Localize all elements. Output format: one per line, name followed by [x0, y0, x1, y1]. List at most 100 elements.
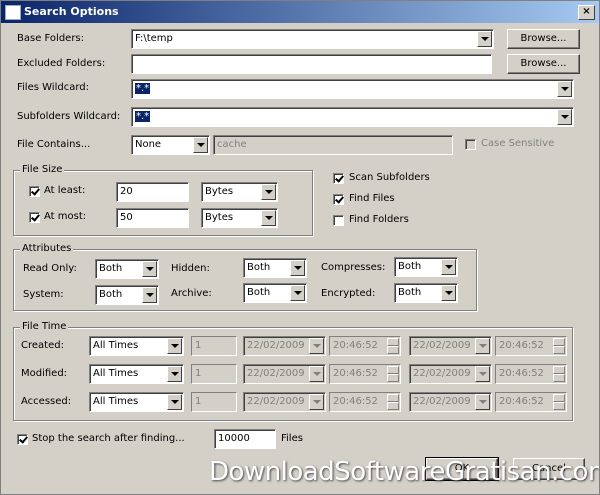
file-time-date-from-value: 22/02/2009 — [247, 396, 305, 407]
file-contains-input[interactable]: cache — [213, 135, 453, 155]
file-time-count-value: 1 — [195, 368, 202, 379]
file-time-date-to[interactable]: 22/02/2009 — [409, 336, 492, 356]
spin-up-icon[interactable] — [553, 338, 565, 346]
file-time-date-from-value: 22/02/2009 — [247, 340, 305, 351]
chevron-down-icon[interactable] — [261, 184, 276, 200]
excluded-folders-label: Excluded Folders: — [17, 58, 106, 69]
at-least-input[interactable]: 20 — [116, 182, 189, 202]
find-folders-checkbox[interactable] — [333, 215, 344, 226]
chevron-down-icon[interactable] — [167, 338, 182, 354]
base-folders-combo[interactable]: F:\temp — [131, 29, 494, 49]
at-least-unit-combo[interactable]: Bytes — [201, 182, 278, 202]
file-time-time-to-value: 20:46:52 — [499, 368, 544, 379]
file-time-date-from[interactable]: 22/02/2009 — [243, 392, 326, 412]
stop-search-label: Stop the search after finding... — [32, 433, 185, 444]
file-time-time-from-value: 20:46:52 — [333, 396, 378, 407]
spin-down-icon[interactable] — [387, 374, 399, 382]
close-icon[interactable]: × — [578, 5, 595, 20]
stop-files-label: Files — [281, 433, 303, 444]
file-time-mode-combo[interactable]: All Times — [89, 392, 184, 412]
chevron-down-icon[interactable] — [193, 137, 208, 153]
subfolders-wildcard-combo[interactable]: *.* — [131, 107, 574, 127]
archive-value: Both — [247, 287, 271, 298]
search-options-window: Search Options × Base Folders: F:\temp B… — [0, 0, 600, 495]
file-time-count-spinner[interactable]: 1 — [191, 364, 237, 384]
stop-count-input[interactable]: 10000 — [214, 429, 276, 449]
chevron-down-icon[interactable] — [309, 338, 324, 354]
chevron-down-icon[interactable] — [309, 366, 324, 382]
file-time-count-spinner[interactable]: 1 — [191, 392, 237, 412]
chevron-down-icon[interactable] — [475, 338, 490, 354]
file-time-time-to[interactable]: 20:46:52 — [495, 336, 567, 356]
chevron-down-icon[interactable] — [441, 285, 456, 301]
file-time-count-value: 1 — [195, 340, 202, 351]
spin-up-icon[interactable] — [387, 394, 399, 402]
file-time-date-to[interactable]: 22/02/2009 — [409, 364, 492, 384]
chevron-down-icon[interactable] — [309, 394, 324, 410]
file-time-date-from[interactable]: 22/02/2009 — [243, 364, 326, 384]
subfolders-wildcard-value: *.* — [135, 111, 151, 122]
chevron-down-icon[interactable] — [475, 366, 490, 382]
spin-up-icon[interactable] — [387, 338, 399, 346]
file-time-time-from[interactable]: 20:46:52 — [329, 364, 401, 384]
window-title: Search Options — [24, 5, 119, 18]
file-time-mode-value: All Times — [93, 396, 139, 407]
archive-label: Archive: — [171, 288, 212, 299]
file-contains-mode-combo[interactable]: None — [131, 135, 210, 155]
chevron-down-icon[interactable] — [142, 261, 157, 277]
file-time-time-to[interactable]: 20:46:52 — [495, 364, 567, 384]
at-least-checkbox[interactable] — [29, 186, 40, 197]
chevron-down-icon[interactable] — [557, 109, 572, 125]
system-combo[interactable]: Both — [95, 285, 159, 305]
spin-down-icon[interactable] — [387, 402, 399, 410]
chevron-down-icon[interactable] — [167, 366, 182, 382]
compresses-value: Both — [398, 261, 422, 272]
at-most-input[interactable]: 50 — [116, 208, 189, 228]
file-time-time-from-value: 20:46:52 — [333, 368, 378, 379]
browse-excluded-button[interactable]: Browse... — [507, 54, 580, 74]
chevron-down-icon[interactable] — [261, 210, 276, 226]
spin-down-icon[interactable] — [553, 402, 565, 410]
file-time-time-to[interactable]: 20:46:52 — [495, 392, 567, 412]
excluded-folders-input[interactable] — [131, 54, 492, 74]
chevron-down-icon[interactable] — [477, 31, 492, 47]
spin-up-icon[interactable] — [553, 394, 565, 402]
spin-up-icon[interactable] — [553, 366, 565, 374]
file-time-date-to-value: 22/02/2009 — [413, 340, 471, 351]
at-most-checkbox[interactable] — [29, 212, 40, 223]
file-time-date-from[interactable]: 22/02/2009 — [243, 336, 326, 356]
read-only-combo[interactable]: Both — [95, 259, 159, 279]
file-time-mode-combo[interactable]: All Times — [89, 364, 184, 384]
spin-down-icon[interactable] — [387, 346, 399, 354]
spin-down-icon[interactable] — [553, 374, 565, 382]
at-most-unit-combo[interactable]: Bytes — [201, 208, 278, 228]
browse-base-button[interactable]: Browse... — [507, 29, 580, 49]
system-label: System: — [23, 289, 64, 300]
chevron-down-icon[interactable] — [290, 260, 305, 276]
chevron-down-icon[interactable] — [441, 259, 456, 275]
file-time-date-to-value: 22/02/2009 — [413, 368, 471, 379]
archive-combo[interactable]: Both — [243, 283, 307, 303]
chevron-down-icon[interactable] — [290, 285, 305, 301]
chevron-down-icon[interactable] — [167, 394, 182, 410]
find-files-checkbox[interactable] — [333, 194, 344, 205]
encrypted-combo[interactable]: Both — [394, 283, 458, 303]
hidden-value: Both — [247, 262, 271, 273]
case-sensitive-checkbox[interactable] — [465, 139, 476, 150]
spin-down-icon[interactable] — [553, 346, 565, 354]
chevron-down-icon[interactable] — [557, 81, 572, 97]
scan-subfolders-checkbox[interactable] — [333, 173, 344, 184]
chevron-down-icon[interactable] — [475, 394, 490, 410]
file-time-time-from[interactable]: 20:46:52 — [329, 392, 401, 412]
chevron-down-icon[interactable] — [142, 287, 157, 303]
file-time-date-to[interactable]: 22/02/2009 — [409, 392, 492, 412]
stop-search-checkbox[interactable] — [17, 434, 28, 445]
title-bar[interactable]: Search Options × — [1, 1, 599, 23]
files-wildcard-combo[interactable]: *.* — [131, 79, 574, 99]
file-time-time-from[interactable]: 20:46:52 — [329, 336, 401, 356]
spin-up-icon[interactable] — [387, 366, 399, 374]
compresses-combo[interactable]: Both — [394, 257, 458, 277]
file-time-count-spinner[interactable]: 1 — [191, 336, 237, 356]
file-time-mode-combo[interactable]: All Times — [89, 336, 184, 356]
hidden-combo[interactable]: Both — [243, 258, 307, 278]
